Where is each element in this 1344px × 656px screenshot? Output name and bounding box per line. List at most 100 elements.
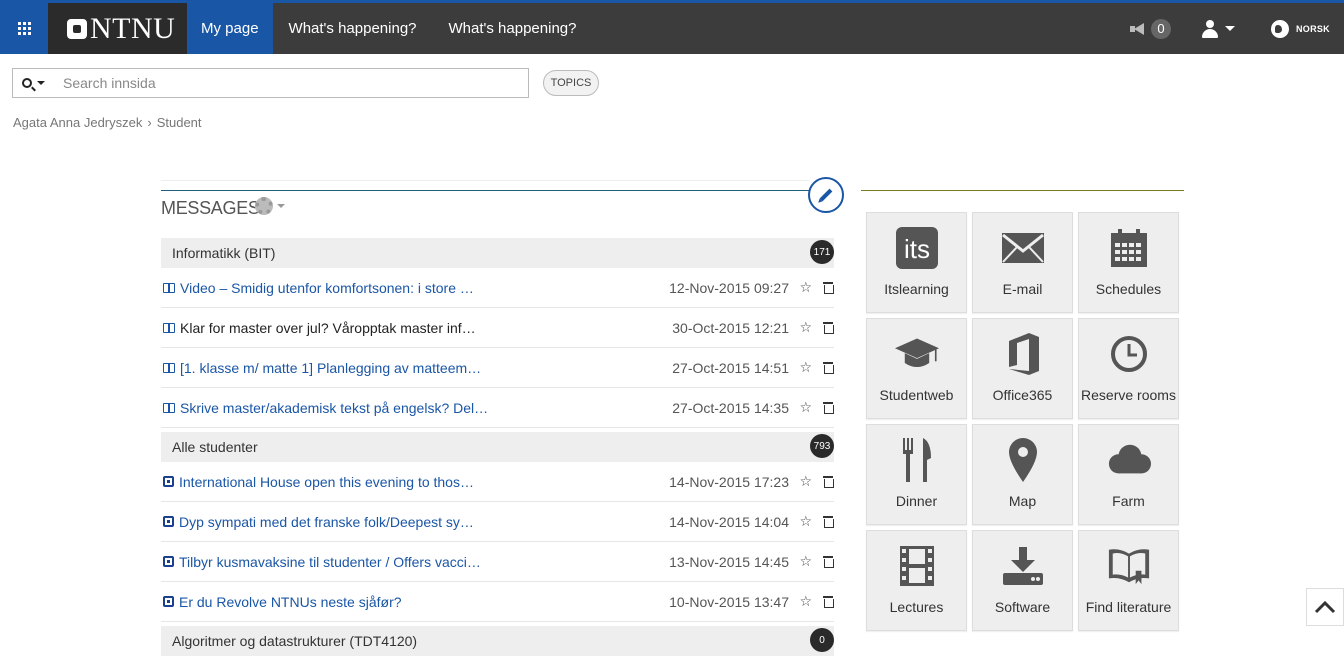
megaphone-icon[interactable]	[1129, 22, 1146, 35]
globe-icon[interactable]	[1270, 19, 1289, 38]
tile-office365[interactable]: Office365	[972, 318, 1073, 419]
search-input[interactable]	[53, 75, 528, 91]
tile-label: Studentweb	[879, 387, 954, 403]
trash-icon[interactable]	[823, 476, 834, 488]
trash-icon[interactable]	[823, 516, 834, 528]
notification-count-badge[interactable]: 0	[1150, 18, 1171, 39]
message-date: 14-Nov-2015 14:04	[669, 513, 789, 530]
tile-label: Map	[1008, 493, 1037, 509]
search-icon	[21, 78, 32, 88]
star-icon[interactable]: ☆	[799, 593, 812, 610]
message-group-header[interactable]: Informatikk (BIT) 171	[161, 238, 834, 268]
book-icon	[1107, 544, 1151, 588]
message-row[interactable]: Er du Revolve NTNUs neste sjåfør? 10-Nov…	[161, 582, 834, 622]
group-name: Alle studenter	[172, 439, 258, 455]
cloud-icon	[1107, 438, 1151, 482]
message-group-header[interactable]: Algoritmer og datastrukturer (TDT4120) 0	[161, 626, 834, 656]
message-row[interactable]: International House open this evening to…	[161, 462, 834, 502]
tile-map[interactable]: Map	[972, 424, 1073, 525]
star-icon[interactable]: ☆	[799, 513, 812, 530]
tile-reserve-rooms[interactable]: Reserve rooms	[1078, 318, 1179, 419]
message-row[interactable]: Video – Smidig utenfor komfortsonen: i s…	[161, 268, 834, 308]
message-row[interactable]: Skrive master/akademisk tekst på engelsk…	[161, 388, 834, 428]
message-date: 27-Oct-2015 14:51	[672, 359, 789, 376]
breadcrumb-item-student[interactable]: Student	[157, 115, 202, 130]
envelope-icon	[1001, 226, 1045, 270]
tile-email[interactable]: E-mail	[972, 212, 1073, 313]
message-title[interactable]: Er du Revolve NTNUs neste sjåfør?	[179, 594, 402, 610]
tile-dinner[interactable]: Dinner	[866, 424, 967, 525]
tile-schedules[interactable]: Schedules	[1078, 212, 1179, 313]
message-row[interactable]: Dyp sympati med det franske folk/Deepest…	[161, 502, 834, 542]
nav-my-page[interactable]: My page	[187, 3, 273, 54]
chevron-down-icon	[36, 81, 45, 85]
message-title[interactable]: Skrive master/akademisk tekst på engelsk…	[180, 400, 488, 416]
star-icon[interactable]: ☆	[799, 359, 812, 376]
language-switch[interactable]: NORSK	[1296, 24, 1330, 34]
message-group-header[interactable]: Alle studenter 793	[161, 432, 834, 462]
nav-whats-happening-2[interactable]: What's happening?	[433, 3, 593, 54]
star-icon[interactable]: ☆	[799, 319, 812, 336]
square-dot-icon	[163, 476, 174, 487]
user-icon[interactable]	[1201, 19, 1219, 38]
message-row[interactable]: Tilbyr kusmavaksine til studenter / Offe…	[161, 542, 834, 582]
tile-label: Farm	[1112, 493, 1145, 509]
pencil-icon	[819, 188, 833, 202]
message-row[interactable]: Klar for master over jul? Våropptak mast…	[161, 308, 834, 348]
top-navigation-bar: NTNU My page What's happening? What's ha…	[0, 3, 1344, 54]
search-scope-dropdown[interactable]	[13, 69, 53, 97]
topics-button[interactable]: TOPICS	[543, 70, 599, 96]
tile-studentweb[interactable]: Studentweb	[866, 318, 967, 419]
tile-software[interactable]: Software	[972, 530, 1073, 631]
messages-heading: MESSAGES	[161, 198, 260, 218]
tile-label: Lectures	[889, 599, 944, 615]
message-group-alle-studenter: Alle studenter 793 International House o…	[161, 432, 834, 622]
logo-mark-icon	[67, 18, 87, 39]
message-date: 30-Oct-2015 12:21	[672, 319, 789, 336]
tile-lectures[interactable]: Lectures	[866, 530, 967, 631]
message-title[interactable]: International House open this evening to…	[179, 474, 474, 490]
tile-farm[interactable]: Farm	[1078, 424, 1179, 525]
search-bar	[12, 68, 529, 98]
tile-find-literature[interactable]: Find literature	[1078, 530, 1179, 631]
message-title[interactable]: [1. klasse m/ matte 1] Planlegging av ma…	[180, 360, 481, 376]
message-title[interactable]: Dyp sympati med det franske folk/Deepest…	[179, 514, 474, 530]
nav-whats-happening[interactable]: What's happening?	[273, 3, 433, 54]
messages-divider	[161, 190, 809, 191]
message-title[interactable]: Tilbyr kusmavaksine til studenter / Offe…	[179, 554, 481, 570]
message-title[interactable]: Video – Smidig utenfor komfortsonen: i s…	[180, 280, 474, 296]
star-icon[interactable]: ☆	[799, 399, 812, 416]
message-date: 12-Nov-2015 09:27	[669, 279, 789, 296]
breadcrumb-separator-icon: ›	[147, 115, 152, 130]
apps-grid-button[interactable]	[0, 3, 48, 54]
message-row[interactable]: [1. klasse m/ matte 1] Planlegging av ma…	[161, 348, 834, 388]
settings-chevron-down-icon[interactable]	[277, 204, 285, 208]
itslearning-icon: its	[895, 226, 939, 270]
tile-label: Software	[994, 599, 1051, 615]
breadcrumb-item-user[interactable]: Agata Anna Jedryszek	[13, 115, 142, 130]
trash-icon[interactable]	[823, 362, 834, 374]
star-icon[interactable]: ☆	[799, 279, 812, 296]
trash-icon[interactable]	[823, 282, 834, 294]
message-title[interactable]: Klar for master over jul? Våropptak mast…	[180, 320, 476, 336]
tile-label: Schedules	[1095, 281, 1162, 297]
star-icon[interactable]: ☆	[799, 473, 812, 490]
gear-icon[interactable]	[255, 197, 273, 215]
trash-icon[interactable]	[823, 402, 834, 414]
group-name: Algoritmer og datastrukturer (TDT4120)	[172, 633, 418, 649]
star-icon[interactable]: ☆	[799, 553, 812, 570]
tile-itslearning[interactable]: its Itslearning	[866, 212, 967, 313]
message-date: 13-Nov-2015 14:45	[669, 553, 789, 570]
tile-label: Dinner	[895, 493, 938, 509]
trash-icon[interactable]	[823, 322, 834, 334]
message-date: 27-Oct-2015 14:35	[672, 399, 789, 416]
edit-page-button[interactable]	[808, 177, 844, 213]
user-menu-chevron-down-icon[interactable]	[1224, 26, 1235, 31]
scroll-to-top-button[interactable]	[1306, 588, 1344, 626]
trash-icon[interactable]	[823, 556, 834, 568]
trash-icon[interactable]	[823, 596, 834, 608]
tile-label: E-mail	[1002, 281, 1043, 297]
topbar-right-controls: 0 NORSK	[1129, 3, 1344, 54]
ntnu-logo[interactable]: NTNU	[48, 3, 187, 54]
shortcuts-divider	[861, 190, 1184, 191]
